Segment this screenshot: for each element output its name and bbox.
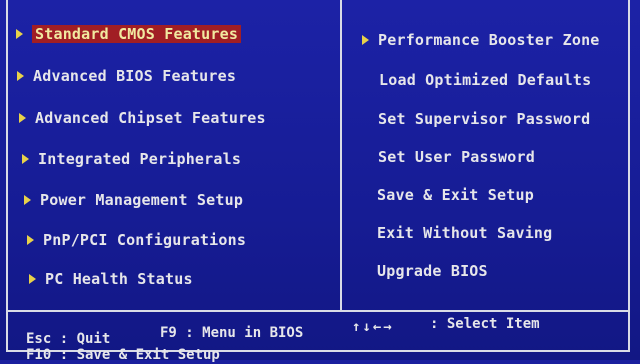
menu-pc-health-status[interactable]: PC Health Status — [29, 269, 193, 289]
triangle-right-icon — [17, 70, 24, 81]
triangle-right-icon — [362, 34, 369, 45]
triangle-right-icon — [27, 234, 34, 245]
menu-set-supervisor-password[interactable]: Set Supervisor Password — [378, 109, 590, 129]
menu-pnp-pci-configurations[interactable]: PnP/PCI Configurations — [27, 230, 246, 250]
arrow-keys-icon: ↑↓←→ — [352, 319, 394, 335]
triangle-right-icon — [19, 112, 26, 123]
menu-power-management-setup[interactable]: Power Management Setup — [24, 190, 243, 210]
bios-frame — [6, 0, 630, 352]
menu-load-optimized-defaults[interactable]: Load Optimized Defaults — [379, 70, 591, 90]
status-f9-menu: F9 : Menu in BIOS — [160, 325, 304, 341]
menu-advanced-chipset-features[interactable]: Advanced Chipset Features — [19, 108, 266, 128]
status-f10-save: F10 : Save & Exit Setup — [26, 347, 220, 363]
menu-save-exit-setup[interactable]: Save & Exit Setup — [377, 185, 534, 205]
column-divider — [340, 0, 342, 312]
triangle-right-icon — [22, 153, 29, 164]
bios-screen: Standard CMOS Features Advanced BIOS Fea… — [0, 0, 640, 363]
menu-advanced-bios-features[interactable]: Advanced BIOS Features — [17, 66, 236, 86]
triangle-right-icon — [29, 273, 36, 284]
triangle-right-icon — [16, 28, 23, 39]
status-divider — [6, 310, 630, 312]
menu-exit-without-saving[interactable]: Exit Without Saving — [377, 223, 552, 243]
menu-upgrade-bios[interactable]: Upgrade BIOS — [377, 261, 488, 281]
triangle-right-icon — [24, 194, 31, 205]
menu-set-user-password[interactable]: Set User Password — [378, 147, 535, 167]
status-select-item: : Select Item — [430, 316, 540, 332]
menu-integrated-peripherals[interactable]: Integrated Peripherals — [22, 149, 241, 169]
menu-standard-cmos-features[interactable]: Standard CMOS Features — [16, 24, 242, 44]
menu-performance-booster-zone[interactable]: Performance Booster Zone — [362, 30, 600, 50]
